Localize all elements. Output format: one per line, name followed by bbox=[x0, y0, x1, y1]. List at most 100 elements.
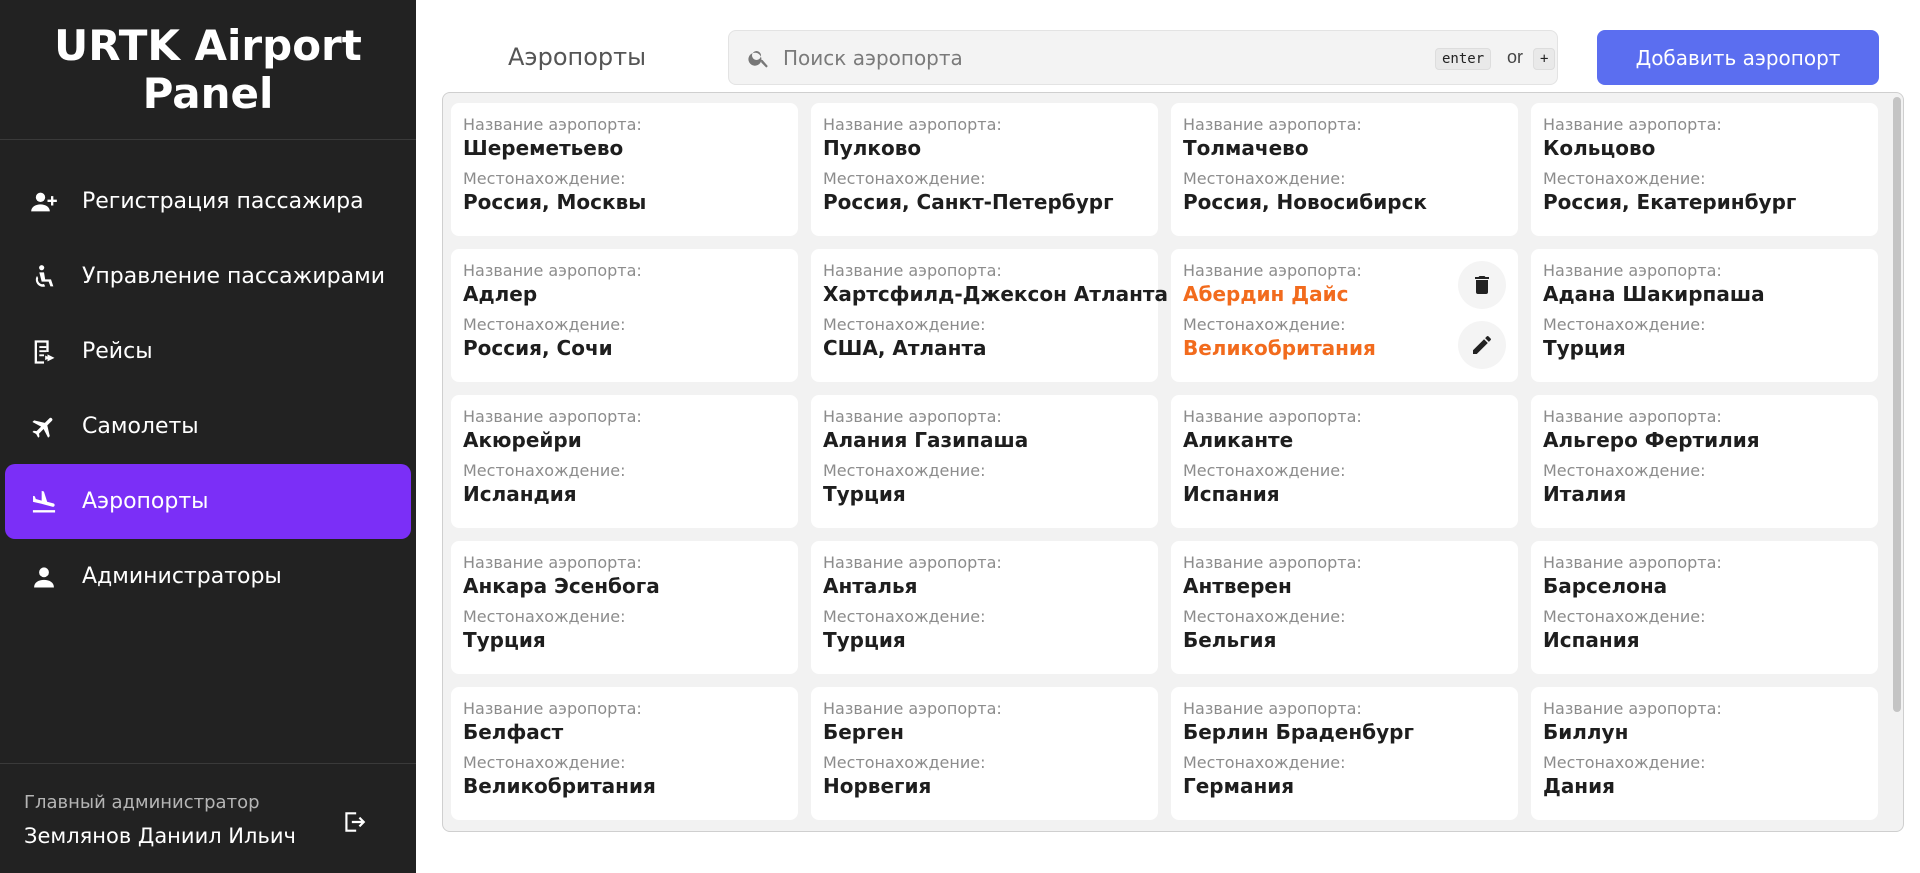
app: URTK Airport Panel Регистрация пассажира… bbox=[0, 0, 1920, 873]
airport-location: Великобритания bbox=[463, 774, 656, 798]
person-icon bbox=[27, 560, 61, 594]
logo-text: URTK Airport Panel bbox=[54, 20, 362, 118]
search-input[interactable] bbox=[783, 41, 1383, 75]
airport-location-label: Местонахождение: bbox=[1183, 169, 1346, 188]
airports-panel: Название аэропорта: Шереметьево Местонахож… bbox=[442, 92, 1904, 832]
page-title: Аэропорты bbox=[508, 43, 647, 71]
airport-card[interactable]: Название аэропорта: Пулково Местонахождени… bbox=[811, 103, 1158, 236]
kbd-plus-hint: + bbox=[1533, 48, 1556, 70]
airport-name-label: Название аэропорта: bbox=[463, 699, 642, 718]
airport-location: Испания bbox=[1183, 482, 1280, 506]
airport-card[interactable]: Название аэропорта: Альгеро Фертилия Место… bbox=[1531, 395, 1878, 528]
sidebar-item-flights[interactable]: Рейсы bbox=[5, 314, 411, 389]
add-airport-button[interactable]: Добавить аэропорт bbox=[1597, 30, 1879, 85]
airport-name: Шереметьево bbox=[463, 136, 624, 160]
person-add-icon bbox=[27, 185, 61, 219]
airport-name: Адана Шакирпаша bbox=[1543, 282, 1765, 306]
airport-location: Россия, Санкт-Петербург bbox=[823, 190, 1114, 214]
airport-card[interactable]: Название аэропорта: Биллун Местонахождение… bbox=[1531, 687, 1878, 820]
logout-icon[interactable] bbox=[338, 806, 370, 838]
sidebar-item-passenger-registration[interactable]: Регистрация пассажира bbox=[5, 164, 411, 239]
flights-list-icon bbox=[27, 335, 61, 369]
airport-name: Берген bbox=[823, 720, 904, 744]
airport-name: Кольцово bbox=[1543, 136, 1656, 160]
airport-card[interactable]: Название аэропорта: Барселона Местонахожде… bbox=[1531, 541, 1878, 674]
airport-name-label: Название аэропорта: bbox=[823, 261, 1002, 280]
airport-location: Германия bbox=[1183, 774, 1295, 798]
airport-name-label: Название аэропорта: bbox=[1543, 553, 1722, 572]
airport-location: Испания bbox=[1543, 628, 1640, 652]
airport-card[interactable]: Название аэропорта: Шереметьево Местонахож… bbox=[451, 103, 798, 236]
airport-card[interactable]: Название аэропорта: Акюрейри Местонахожден… bbox=[451, 395, 798, 528]
airport-name-label: Название аэропорта: bbox=[1183, 699, 1362, 718]
airport-card[interactable]: Название аэропорта: Адлер Местонахождение:… bbox=[451, 249, 798, 382]
airport-card[interactable]: Название аэропорта: Адана Шакирпаша Местон… bbox=[1531, 249, 1878, 382]
airport-location-label: Местонахождение: bbox=[1183, 607, 1346, 626]
airport-name-label: Название аэропорта: bbox=[463, 407, 642, 426]
sidebar-item-label: Регистрация пассажира bbox=[82, 189, 364, 214]
airport-location-label: Местонахождение: bbox=[463, 753, 626, 772]
airport-location: Россия, Новосибирск bbox=[1183, 190, 1427, 214]
accessible-icon bbox=[27, 260, 61, 294]
airport-location: Турция bbox=[823, 628, 906, 652]
airport-name-label: Название аэропорта: bbox=[823, 407, 1002, 426]
sidebar-item-label: Администраторы bbox=[82, 564, 282, 589]
airport-name: Акюрейри bbox=[463, 428, 582, 452]
airport-location-label: Местонахождение: bbox=[823, 169, 986, 188]
airport-name-label: Название аэропорта: bbox=[1183, 115, 1362, 134]
airport-name: Анталья bbox=[823, 574, 918, 598]
airport-name-label: Название аэропорта: bbox=[1543, 699, 1722, 718]
airport-location-label: Местонахождение: bbox=[823, 753, 986, 772]
sidebar-item-label: Рейсы bbox=[82, 339, 153, 364]
edit-icon[interactable] bbox=[1458, 321, 1506, 369]
airport-location: Исландия bbox=[463, 482, 577, 506]
airport-name: Биллун bbox=[1543, 720, 1629, 744]
sidebar-item-administrators[interactable]: Администраторы bbox=[5, 539, 411, 614]
airports-grid: Название аэропорта: Шереметьево Местонахож… bbox=[451, 103, 1878, 820]
scrollbar[interactable] bbox=[1893, 97, 1901, 712]
user-role: Главный администратор bbox=[24, 792, 260, 813]
search-icon bbox=[747, 46, 771, 70]
airport-location-label: Местонахождение: bbox=[463, 607, 626, 626]
airport-location-label: Местонахождение: bbox=[1183, 753, 1346, 772]
airport-card[interactable]: Название аэропорта: Хартсфилд-Джексон Атл… bbox=[811, 249, 1168, 382]
airport-location-label: Местонахождение: bbox=[823, 315, 986, 334]
airport-card[interactable]: Название аэропорта: Толмачево Местонахожде… bbox=[1171, 103, 1518, 236]
airport-location-label: Местонахождение: bbox=[1543, 607, 1706, 626]
sidebar-item-label: Самолеты bbox=[82, 414, 199, 439]
airport-name: Толмачево bbox=[1183, 136, 1309, 160]
airport-card[interactable]: Название аэропорта: Абердин Дайс Местонахо… bbox=[1171, 249, 1518, 382]
sidebar: URTK Airport Panel Регистрация пассажира… bbox=[0, 0, 416, 873]
current-user: Главный администратор Землянов Даниил Ил… bbox=[0, 763, 416, 873]
airport-location-label: Местонахождение: bbox=[1543, 169, 1706, 188]
airplane-icon bbox=[27, 410, 61, 444]
airport-location: Турция bbox=[823, 482, 906, 506]
airport-card[interactable]: Название аэропорта: Анталья Местонахождени… bbox=[811, 541, 1158, 674]
sidebar-item-airports[interactable]: Аэропорты bbox=[5, 464, 411, 539]
airport-card[interactable]: Название аэропорта: Кольцово Местонахожден… bbox=[1531, 103, 1878, 236]
airport-name: Барселона bbox=[1543, 574, 1668, 598]
search-bar: enter or + bbox=[728, 30, 1558, 85]
airport-card[interactable]: Название аэропорта: Берлин Браденбург Мест… bbox=[1171, 687, 1518, 820]
airport-location: Бельгия bbox=[1183, 628, 1277, 652]
airport-icon bbox=[27, 485, 61, 519]
airport-name-label: Название аэропорта: bbox=[823, 115, 1002, 134]
sidebar-item-airplanes[interactable]: Самолеты bbox=[5, 389, 411, 464]
airport-card[interactable]: Название аэропорта: Берген Местонахождение… bbox=[811, 687, 1158, 820]
airport-name: Антверен bbox=[1183, 574, 1292, 598]
sidebar-item-label: Аэропорты bbox=[82, 489, 209, 514]
airport-card[interactable]: Название аэропорта: Алания Газипаша Местон… bbox=[811, 395, 1158, 528]
airport-name: Хартсфилд-Джексон Атланта bbox=[823, 282, 1168, 306]
airport-name: Алания Газипаша bbox=[823, 428, 1029, 452]
airport-card[interactable]: Название аэропорта: Белфаст Местонахождени… bbox=[451, 687, 798, 820]
airport-card[interactable]: Название аэропорта: Антверен Местонахожден… bbox=[1171, 541, 1518, 674]
airport-location-label: Местонахождение: bbox=[1543, 753, 1706, 772]
card-actions bbox=[1458, 261, 1506, 369]
delete-icon[interactable] bbox=[1458, 261, 1506, 309]
airport-location-label: Местонахождение: bbox=[1183, 461, 1346, 480]
airport-name-label: Название аэропорта: bbox=[1543, 261, 1722, 280]
airport-card[interactable]: Название аэропорта: Аликанте Местонахожден… bbox=[1171, 395, 1518, 528]
airport-card[interactable]: Название аэропорта: Анкара Эсенбога Местон… bbox=[451, 541, 798, 674]
kbd-or-text: or bbox=[1507, 47, 1524, 67]
sidebar-item-passenger-management[interactable]: Управление пассажирами bbox=[5, 239, 411, 314]
